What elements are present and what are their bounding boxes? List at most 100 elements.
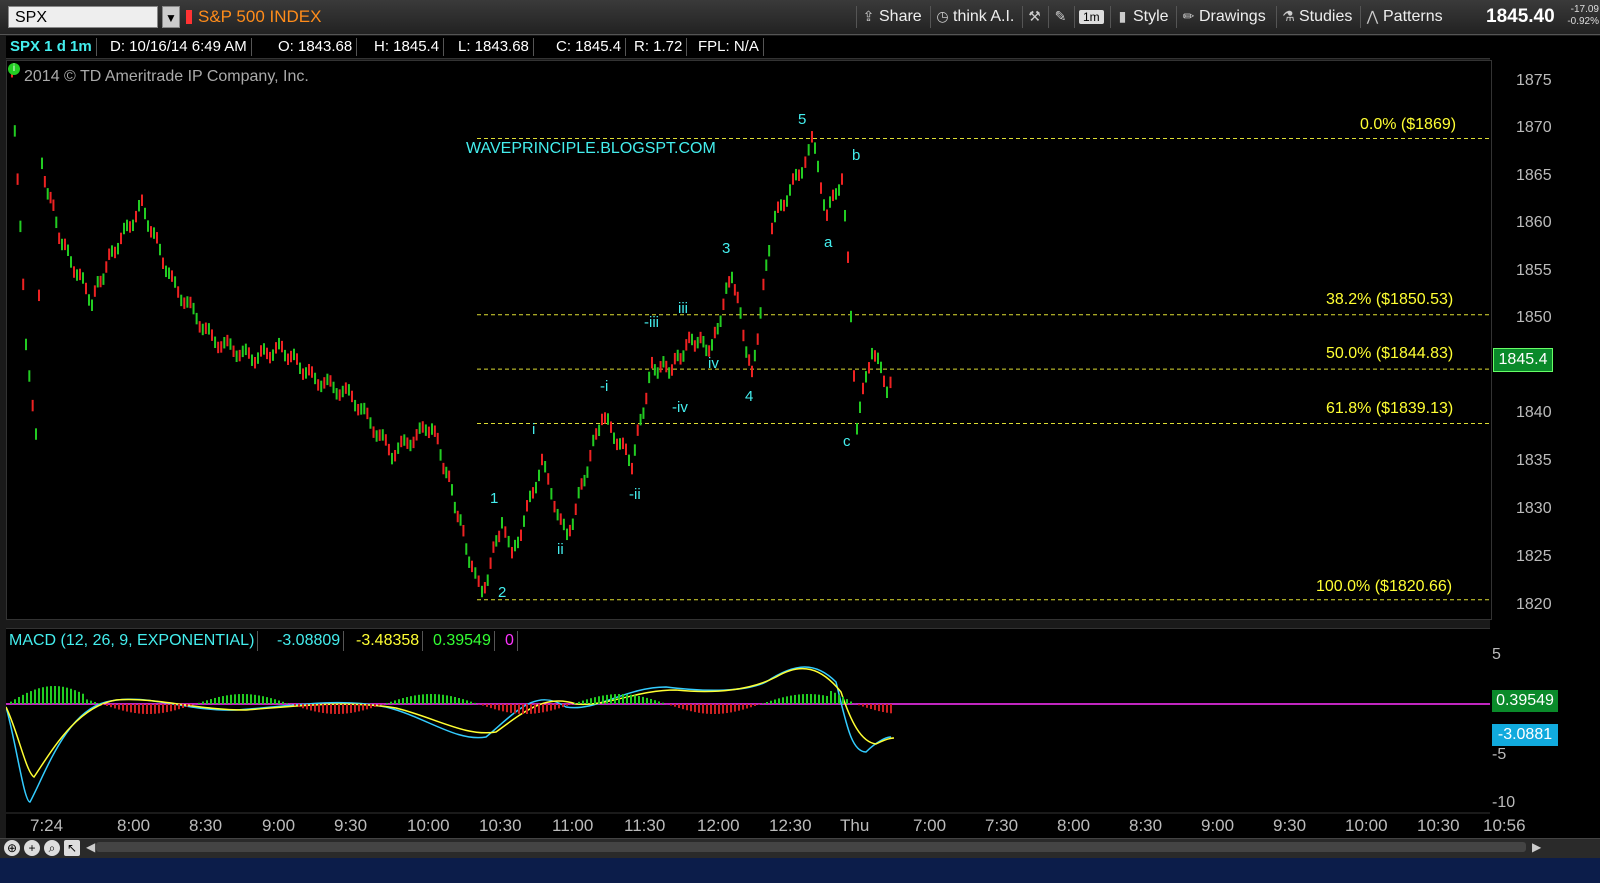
candle [759, 307, 762, 319]
macd-histogram-bar [442, 694, 444, 704]
candle [354, 399, 357, 412]
candle [625, 443, 627, 456]
fib-label-50: 50.0% ($1844.83) [1326, 345, 1454, 362]
price-chart[interactable] [6, 60, 1492, 620]
candle [771, 222, 773, 235]
time-tick: 7:24 [30, 816, 64, 835]
macd-histogram-bar [114, 704, 116, 709]
candle [685, 339, 688, 351]
info-icon[interactable]: i [8, 63, 20, 75]
candle [501, 517, 503, 529]
desktop-background [0, 858, 1600, 883]
think-ai-button[interactable]: ◷ think A.I. [930, 6, 1018, 28]
horizontal-scrollbar[interactable] [96, 842, 1526, 852]
candle [108, 248, 111, 260]
timeframe-button[interactable]: 1m [1074, 6, 1108, 28]
candle [424, 424, 427, 436]
macd-tick: -10 [1492, 794, 1516, 811]
bar-close: C: 1845.4 [552, 38, 627, 56]
candle [520, 529, 522, 542]
macd-histogram-bar [222, 696, 224, 704]
macd-histogram-bar [518, 704, 520, 714]
current-price-badge: 1845.4 [1493, 348, 1553, 372]
candle [765, 259, 768, 271]
macd-histogram-bar [550, 704, 552, 711]
candle [22, 278, 25, 291]
patterns-button[interactable]: ⋀ Patterns [1360, 6, 1447, 28]
pencil-icon: ✏ [1182, 8, 1195, 24]
studies-button[interactable]: ⚗ Studies [1276, 6, 1356, 28]
macd-histogram-bar [786, 696, 788, 704]
price-tick: 1865 [1516, 167, 1552, 184]
candle [186, 296, 189, 308]
macd-histogram-bar [850, 701, 852, 704]
cursor-icon[interactable]: ↖ [64, 840, 80, 856]
candle [826, 209, 828, 221]
candle [41, 157, 43, 170]
macd-histogram-bar [174, 704, 176, 711]
candle [642, 407, 645, 419]
macd-histogram-bar [886, 704, 888, 713]
macd-histogram-bar [186, 704, 188, 707]
zoom-fit-icon[interactable]: ⊕ [4, 840, 20, 856]
symbol-dropdown-button[interactable]: ▼ [162, 6, 180, 28]
time-tick: 8:00 [117, 816, 151, 835]
macd-title[interactable]: MACD (12, 26, 9, EXPONENTIAL) [6, 631, 259, 651]
candle [144, 207, 146, 220]
macd-histogram-bar [426, 694, 428, 704]
candle [326, 373, 329, 386]
macd-histogram-bar [86, 699, 88, 704]
zoom-out-icon[interactable]: ⌕ [44, 840, 60, 856]
candle [880, 361, 882, 374]
candle [705, 344, 708, 357]
macd-histogram-bar [694, 704, 696, 713]
candle [544, 460, 547, 473]
candle [777, 201, 779, 213]
macd-histogram-bar [154, 704, 156, 714]
macd-histogram-bar [866, 704, 868, 708]
macd-histogram-bar [498, 704, 500, 711]
index-name: S&P 500 INDEX [198, 7, 322, 26]
candle [514, 539, 516, 552]
candle [46, 188, 49, 200]
macd-chart[interactable] [6, 652, 1490, 812]
macd-histogram-bar [350, 704, 352, 713]
candle [811, 131, 813, 143]
macd-histogram-bar [474, 702, 476, 704]
settings-button[interactable]: ✎ [1048, 6, 1074, 28]
macd-histogram-bar [310, 704, 312, 711]
macd-histogram-bar [458, 698, 460, 704]
candle [559, 513, 562, 525]
candle [244, 343, 247, 356]
macd-value: -3.08809 [274, 631, 345, 651]
symbol-input[interactable]: SPX [8, 6, 158, 28]
macd-histogram-bar [46, 686, 48, 704]
candle [696, 336, 699, 349]
macd-histogram-bar [238, 694, 240, 704]
studies-icon: ⚗ [1282, 8, 1295, 24]
scroll-right-arrow[interactable]: ▶ [1532, 840, 1541, 854]
wave-label: -iv [672, 399, 688, 416]
zoom-in-icon[interactable]: + [24, 840, 40, 856]
scroll-left-arrow[interactable]: ◀ [86, 840, 95, 854]
macd-histogram-bar [22, 694, 24, 704]
macd-histogram-bar [262, 696, 264, 704]
candle [275, 342, 277, 354]
macd-histogram-bar [706, 704, 708, 714]
candle [85, 282, 87, 295]
macd-histogram-bar [598, 696, 600, 704]
price-chart-svg [11, 66, 1491, 601]
wave-label: ii [557, 541, 564, 558]
series-label[interactable]: SPX 1 d 1m [6, 38, 97, 56]
candle [731, 271, 733, 284]
candle [547, 473, 550, 485]
macd-histogram-bar [658, 701, 660, 704]
drawings-button[interactable]: ✏ Drawings [1176, 6, 1270, 28]
candle [415, 429, 418, 441]
tools-button[interactable]: ⚒ [1022, 6, 1048, 28]
share-button[interactable]: ⇪ Share [856, 6, 926, 28]
style-button[interactable]: ▮ Style [1110, 6, 1173, 28]
candle [517, 536, 519, 549]
candle [628, 454, 630, 467]
macd-histogram-bar [542, 704, 544, 713]
